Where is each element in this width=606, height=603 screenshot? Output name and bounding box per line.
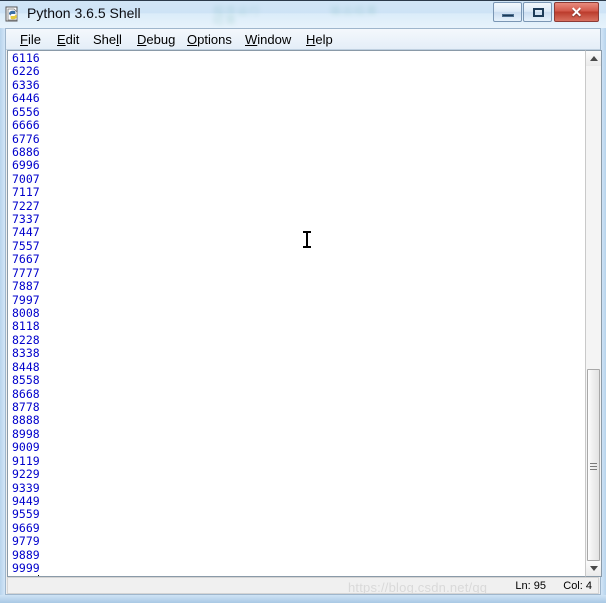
scroll-down-icon (590, 566, 598, 571)
maximize-button[interactable] (523, 2, 552, 22)
shell-output-line: 7447 (12, 225, 40, 240)
shell-output-line: 6336 (12, 77, 40, 92)
scroll-down-button[interactable] (586, 561, 601, 576)
menu-item-edit[interactable]: Edit (53, 31, 83, 48)
shell-output-line: 9009 (12, 440, 40, 455)
shell-output-line: 9119 (12, 453, 40, 468)
minimize-icon (502, 14, 514, 17)
shell-output-line: 9999 (12, 561, 40, 576)
shell-output-line: 6226 (12, 64, 40, 79)
shell-output-line: 7007 (12, 171, 40, 186)
shell-output-line: 6776 (12, 131, 40, 146)
menu-item-shell[interactable]: Shell (89, 31, 126, 48)
title-bar[interactable]: Python 3.6.5 Shell ✕ (0, 0, 606, 28)
shell-output-line: 7667 (12, 252, 40, 267)
shell-output-line: 8338 (12, 346, 40, 361)
thumb-grip-line (590, 463, 597, 464)
shell-output-line: 8008 (12, 306, 40, 321)
shell-output-line: 7997 (12, 292, 40, 307)
shell-output-line: 6996 (12, 158, 40, 173)
shell-output-line: 8118 (12, 319, 40, 334)
maximize-icon (533, 8, 544, 17)
shell-output-line: 7777 (12, 265, 40, 280)
shell-output-line: 8558 (12, 373, 40, 388)
shell-output-line: 6116 (12, 51, 40, 65)
menu-item-options[interactable]: Options (183, 31, 236, 48)
python-idle-icon (5, 6, 18, 22)
menu-bar: File Edit Shell Debug Options Window Hel… (6, 29, 600, 50)
shell-output-line: 8888 (12, 413, 40, 428)
shell-output-line: 9339 (12, 480, 40, 495)
shell-output-line: 7887 (12, 279, 40, 294)
shell-output-line: 8448 (12, 359, 40, 374)
shell-output-line: 8668 (12, 386, 40, 401)
close-icon: ✕ (570, 4, 583, 20)
close-button[interactable]: ✕ (554, 2, 599, 22)
menu-item-window[interactable]: Window (241, 31, 295, 48)
shell-output-line: 9669 (12, 520, 40, 535)
shell-output-line: 6556 (12, 104, 40, 119)
menu-item-file[interactable]: File (16, 31, 45, 48)
shell-output-line: 7337 (12, 212, 40, 227)
shell-output-line: 7117 (12, 185, 40, 200)
scroll-up-icon (590, 56, 598, 61)
shell-output-line: 7557 (12, 238, 40, 253)
shell-output-line: 9889 (12, 547, 40, 562)
shell-output-line: 9559 (12, 507, 40, 522)
shell-output-line: 6666 (12, 118, 40, 133)
shell-text-area[interactable]: 6116 6226 6336 6446 6556 6666 6776 6886 6996 7007… (7, 50, 585, 577)
thumb-grip-line (590, 469, 597, 470)
vertical-scrollbar[interactable] (585, 50, 602, 577)
idle-shell-window: Python 3.6.5 Shell ✕ File Edit Shell Deb… (0, 0, 606, 603)
menu-item-help[interactable]: Help (302, 31, 337, 48)
shell-output-line: 8778 (12, 399, 40, 414)
shell-output-line: 9229 (12, 467, 40, 482)
scrollbar-thumb[interactable] (587, 369, 600, 561)
watermark-text: https://blog.csdn.net/qq (348, 580, 488, 594)
shell-output-line: 6886 (12, 144, 40, 159)
shell-output-line: 9449 (12, 493, 40, 508)
shell-output-line: 8998 (12, 426, 40, 441)
shell-output: 6116 6226 6336 6446 6556 6666 6776 6886 6996 7007… (12, 51, 40, 576)
scroll-up-button[interactable] (586, 51, 601, 66)
thumb-grip-line (590, 466, 597, 467)
client-area: File Edit Shell Debug Options Window Hel… (5, 28, 602, 595)
shell-output-line: 7227 (12, 198, 40, 213)
scrollbar-track[interactable] (586, 66, 601, 561)
status-line-indicator: Ln: 95 (515, 580, 546, 592)
menu-item-debug[interactable]: Debug (133, 31, 179, 48)
window-title: Python 3.6.5 Shell (27, 5, 141, 21)
status-bar: https://blog.csdn.net/qq Ln: 95 Col: 4 (7, 577, 599, 594)
shell-output-line: 6446 (12, 91, 40, 106)
shell-output-line: 9779 (12, 534, 40, 549)
shell-output-line: 8228 (12, 332, 40, 347)
status-column-indicator: Col: 4 (563, 580, 592, 592)
window-border-bottom (0, 595, 606, 603)
minimize-button[interactable] (493, 2, 522, 22)
